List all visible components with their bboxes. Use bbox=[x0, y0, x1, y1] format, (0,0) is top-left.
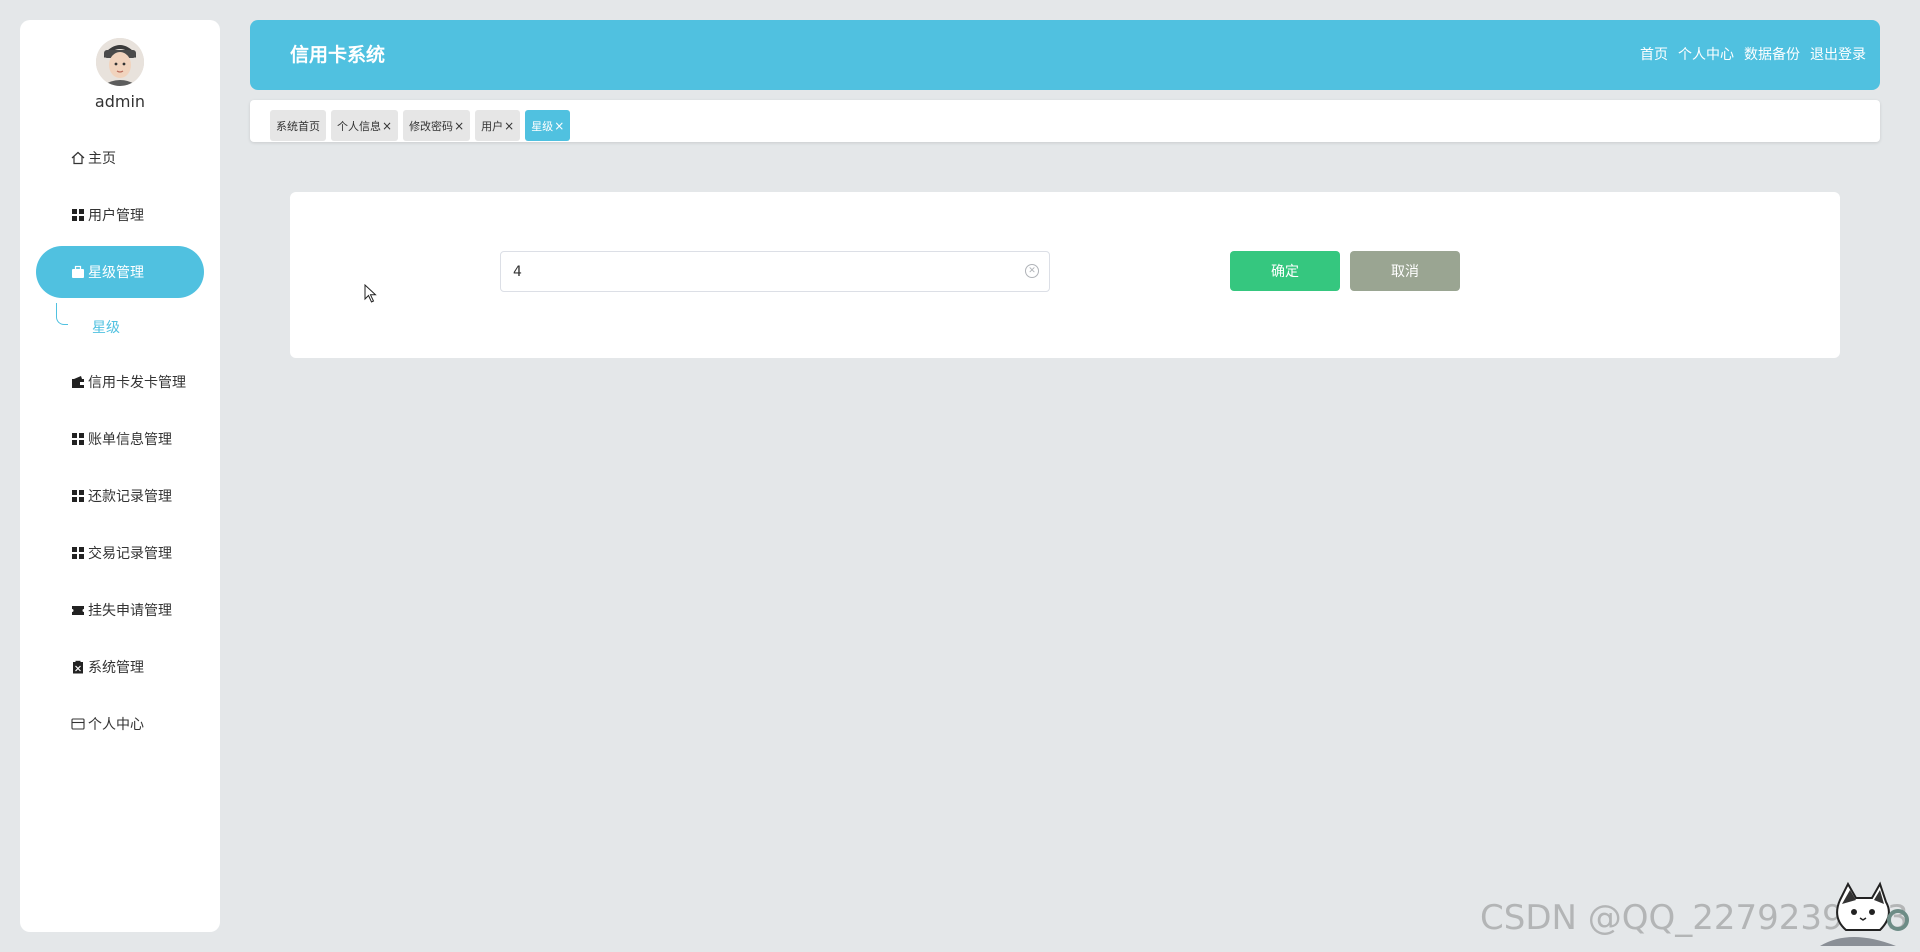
grid-icon bbox=[70, 431, 86, 447]
mascot-cat-icon bbox=[1820, 881, 1909, 946]
sidebar-item-label: 用户管理 bbox=[88, 208, 144, 224]
sidebar-item-label: 还款记录管理 bbox=[88, 489, 172, 505]
header-link-backup[interactable]: 数据备份 bbox=[1744, 20, 1800, 90]
sidebar-item-label: 账单信息管理 bbox=[88, 432, 172, 448]
sidebar-item-loss-reports[interactable]: 挂失申请管理 bbox=[36, 584, 204, 636]
sidebar-item-label: 挂失申请管理 bbox=[88, 603, 172, 619]
card-icon bbox=[70, 716, 86, 732]
close-icon[interactable]: × bbox=[454, 119, 464, 133]
sidebar-item-repayments[interactable]: 还款记录管理 bbox=[36, 470, 204, 522]
briefcase-icon bbox=[70, 264, 86, 280]
close-icon[interactable]: × bbox=[382, 119, 392, 133]
mouse-cursor-icon bbox=[364, 284, 377, 303]
tab-system-home[interactable]: 系统首页 bbox=[270, 110, 326, 141]
tab-label: 星级 bbox=[531, 119, 554, 133]
close-icon[interactable]: × bbox=[504, 119, 514, 133]
sidebar-menu: 主页 用户管理 星级管理 星级 信用卡发卡管理 账单信息管理 还款记录管理 交易… bbox=[36, 132, 204, 755]
wallet-icon bbox=[70, 374, 86, 390]
sidebar: admin 主页 用户管理 星级管理 星级 信用卡发卡管理 账单信息管理 还款记… bbox=[20, 20, 220, 932]
sidebar-item-star-level[interactable]: 星级管理 bbox=[36, 246, 204, 298]
sidebar-item-label: 交易记录管理 bbox=[88, 546, 172, 562]
tab-label: 用户 bbox=[481, 119, 504, 133]
star-level-input-wrapper: ✕ bbox=[500, 251, 1050, 292]
tab-label: 系统首页 bbox=[276, 119, 320, 133]
tab-change-password[interactable]: 修改密码 × bbox=[403, 110, 471, 141]
close-icon[interactable]: × bbox=[554, 119, 564, 133]
sidebar-item-system[interactable]: 系统管理 bbox=[36, 641, 204, 693]
sidebar-item-label: 系统管理 bbox=[88, 660, 144, 676]
username: admin bbox=[94, 92, 146, 111]
avatar[interactable] bbox=[96, 38, 144, 86]
tabs: 系统首页 个人信息 × 修改密码 × 用户 × 星级 × bbox=[270, 110, 571, 141]
sidebar-item-profile[interactable]: 个人中心 bbox=[36, 698, 204, 750]
tab-label: 修改密码 bbox=[409, 119, 454, 133]
sidebar-item-label: 星级管理 bbox=[88, 265, 144, 281]
clear-icon[interactable]: ✕ bbox=[1025, 264, 1039, 278]
ticket-icon bbox=[70, 602, 86, 618]
tab-personal-info[interactable]: 个人信息 × bbox=[331, 110, 399, 141]
avatar-image bbox=[96, 38, 144, 86]
header-link-home[interactable]: 首页 bbox=[1640, 20, 1668, 90]
tab-label: 个人信息 bbox=[337, 119, 381, 133]
sidebar-item-bills[interactable]: 账单信息管理 bbox=[36, 413, 204, 465]
header-link-profile[interactable]: 个人中心 bbox=[1678, 20, 1734, 90]
sidebar-item-users[interactable]: 用户管理 bbox=[36, 189, 204, 241]
tab-star-level[interactable]: 星级 × bbox=[525, 110, 571, 141]
sidebar-item-home[interactable]: 主页 bbox=[36, 132, 204, 184]
submenu-item-star[interactable]: 星级 bbox=[36, 303, 204, 351]
top-header: 信用卡系统 首页 个人中心 数据备份 退出登录 bbox=[250, 20, 1880, 90]
home-icon bbox=[70, 150, 86, 166]
tree-branch-line bbox=[56, 303, 68, 325]
grid-icon bbox=[70, 488, 86, 504]
tab-user[interactable]: 用户 × bbox=[475, 110, 521, 141]
app-title: 信用卡系统 bbox=[290, 44, 386, 66]
submenu-item-label: 星级 bbox=[92, 320, 120, 336]
confirm-button[interactable]: 确定 bbox=[1230, 251, 1340, 291]
grid-icon bbox=[70, 207, 86, 223]
header-link-logout[interactable]: 退出登录 bbox=[1810, 20, 1866, 90]
cancel-button[interactable]: 取消 bbox=[1350, 251, 1460, 291]
sidebar-item-transactions[interactable]: 交易记录管理 bbox=[36, 527, 204, 579]
tabs-bar: 系统首页 个人信息 × 修改密码 × 用户 × 星级 × bbox=[250, 100, 1880, 142]
star-level-input[interactable] bbox=[501, 252, 1001, 291]
form-card: *星级 ✕ 确定 取消 bbox=[290, 192, 1840, 358]
grid-icon bbox=[70, 545, 86, 561]
sidebar-item-label: 主页 bbox=[88, 151, 116, 167]
header-links: 首页 个人中心 数据备份 退出登录 bbox=[1640, 20, 1866, 90]
clipboard-icon bbox=[70, 659, 86, 675]
sidebar-item-label: 个人中心 bbox=[88, 717, 144, 733]
sidebar-item-card-issue[interactable]: 信用卡发卡管理 bbox=[36, 356, 204, 408]
sidebar-item-label: 信用卡发卡管理 bbox=[88, 375, 186, 391]
